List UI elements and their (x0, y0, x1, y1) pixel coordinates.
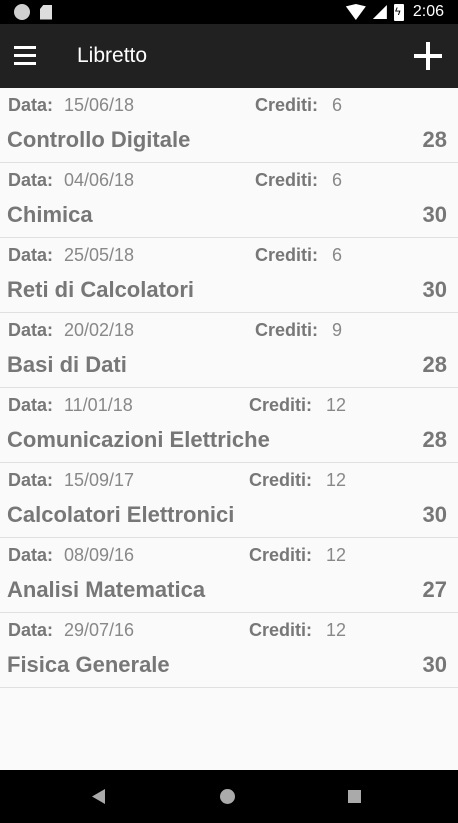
exam-list: Data: 15/06/18 Crediti: 6 Controllo Digitale… (0, 88, 458, 688)
exam-grade: 27 (422, 577, 447, 602)
date-label: Data: (8, 620, 54, 640)
exam-credits: 12 (326, 470, 347, 490)
exam-date: 11/01/18 (64, 395, 133, 415)
exam-date: 29/07/16 (64, 620, 135, 640)
home-icon[interactable] (220, 789, 235, 804)
exam-list-item[interactable]: Data: 29/07/16 Crediti: 12 Fisica Generale 30 (0, 613, 458, 688)
credits-label: Crediti: (255, 245, 318, 265)
battery-charging-icon (393, 3, 404, 21)
course-name: Calcolatori Elettronici (7, 502, 235, 527)
date-label: Data: (8, 545, 54, 565)
exam-credits: 12 (326, 545, 347, 565)
status-left (14, 4, 52, 20)
exam-date: 20/02/18 (64, 320, 135, 340)
add-exam-plus-icon[interactable] (414, 42, 442, 70)
exam-list-item[interactable]: Data: 11/01/18 Crediti: 12 Comunicazioni Ele… (0, 388, 458, 463)
navigation-bar (0, 770, 458, 823)
status-time: 2:06 (412, 3, 444, 20)
course-name: Reti di Calcolatori (7, 277, 195, 302)
exam-grade: 28 (422, 352, 447, 377)
exam-list-item[interactable]: Data: 08/09/16 Crediti: 12 Analisi Matematic… (0, 538, 458, 613)
sd-card-icon (40, 4, 52, 20)
wifi-icon (345, 4, 366, 20)
recents-icon[interactable] (348, 790, 361, 803)
status-right: 2:06 (345, 3, 444, 21)
exam-credits: 6 (332, 95, 343, 115)
back-icon[interactable] (92, 789, 105, 804)
date-label: Data: (8, 470, 54, 490)
exam-grade: 30 (422, 202, 447, 227)
date-label: Data: (8, 320, 54, 340)
date-label: Data: (8, 395, 54, 415)
exam-date: 25/05/18 (64, 245, 135, 265)
notification-dot-icon (14, 4, 30, 20)
credits-label: Crediti: (255, 95, 318, 115)
exam-grade: 30 (422, 277, 447, 302)
credits-label: Crediti: (249, 545, 312, 565)
date-label: Data: (8, 95, 54, 115)
exam-date: 08/09/16 (64, 545, 135, 565)
credits-label: Crediti: (249, 395, 312, 415)
course-name: Chimica (7, 202, 93, 227)
course-name: Fisica Generale (7, 652, 170, 677)
course-name: Comunicazioni Elettriche (7, 427, 270, 452)
exam-list-item[interactable]: Data: 25/05/18 Crediti: 6 Reti di Calcolator… (0, 238, 458, 313)
hamburger-menu-icon[interactable] (14, 46, 40, 66)
credits-label: Crediti: (255, 170, 318, 190)
date-label: Data: (8, 170, 54, 190)
credits-label: Crediti: (249, 620, 312, 640)
page-title: Libretto (77, 44, 148, 67)
course-name: Controllo Digitale (7, 127, 191, 152)
exam-credits: 9 (332, 320, 343, 340)
course-name: Analisi Matematica (7, 577, 206, 602)
exam-grade: 30 (422, 502, 447, 527)
exam-credits: 6 (332, 170, 343, 190)
exam-date: 15/06/18 (64, 95, 135, 115)
exam-date: 04/06/18 (64, 170, 135, 190)
exam-grade: 30 (422, 652, 447, 677)
exam-list-item[interactable]: Data: 15/09/17 Crediti: 12 Calcolatori Elett… (0, 463, 458, 538)
exam-date: 15/09/17 (64, 470, 135, 490)
status-bar: 2:06 (0, 0, 458, 24)
date-label: Data: (8, 245, 54, 265)
signal-icon (372, 5, 387, 19)
exam-list-item[interactable]: Data: 20/02/18 Crediti: 9 Basi di Dati 28 (0, 313, 458, 388)
exam-credits: 6 (332, 245, 343, 265)
app-toolbar: Libretto (0, 24, 458, 88)
exam-credits: 12 (326, 395, 347, 415)
exam-grade: 28 (422, 127, 447, 152)
exam-list-item[interactable]: Data: 15/06/18 Crediti: 6 Controllo Digitale… (0, 88, 458, 163)
credits-label: Crediti: (249, 470, 312, 490)
exam-grade: 28 (422, 427, 447, 452)
exam-credits: 12 (326, 620, 347, 640)
credits-label: Crediti: (255, 320, 318, 340)
exam-list-item[interactable]: Data: 04/06/18 Crediti: 6 Chimica 30 (0, 163, 458, 238)
course-name: Basi di Dati (7, 352, 127, 377)
